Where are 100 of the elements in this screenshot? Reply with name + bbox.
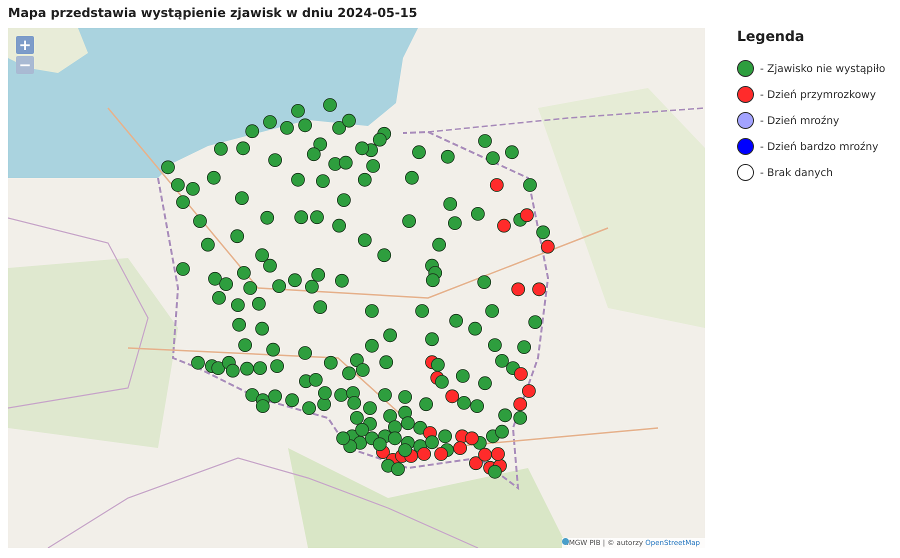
map-marker[interactable] (432, 238, 446, 252)
map-marker[interactable] (335, 274, 349, 288)
map-marker[interactable] (405, 170, 419, 185)
map-marker[interactable] (298, 118, 312, 132)
map-marker[interactable] (171, 178, 185, 192)
map-marker[interactable] (206, 170, 221, 185)
map-marker[interactable] (332, 218, 346, 233)
map-marker[interactable] (266, 342, 280, 357)
map-marker[interactable] (401, 416, 415, 430)
map-marker[interactable] (268, 389, 282, 404)
map-marker[interactable] (212, 291, 226, 305)
map-marker[interactable] (532, 282, 546, 296)
map-marker[interactable] (415, 304, 429, 318)
map-marker[interactable] (365, 304, 379, 318)
map-marker[interactable] (434, 447, 448, 461)
map-marker[interactable] (252, 296, 266, 311)
map-marker[interactable] (285, 393, 299, 408)
map-marker[interactable] (511, 282, 526, 296)
map-marker[interactable] (338, 156, 353, 170)
map-marker[interactable] (365, 338, 379, 353)
map-marker[interactable] (471, 207, 485, 221)
map-marker[interactable] (417, 447, 431, 461)
map-marker[interactable] (350, 353, 364, 368)
map-marker[interactable] (498, 408, 512, 422)
map-marker[interactable] (161, 160, 175, 174)
map-marker[interactable] (219, 277, 233, 291)
map-marker[interactable] (214, 142, 228, 156)
map-marker[interactable] (445, 389, 460, 404)
map-marker[interactable] (528, 315, 542, 329)
map-marker[interactable] (485, 304, 499, 318)
map-marker[interactable] (456, 369, 470, 383)
map-marker[interactable] (245, 388, 260, 402)
map-marker[interactable] (280, 121, 294, 135)
map-marker[interactable] (211, 361, 226, 375)
map-marker[interactable] (263, 115, 277, 129)
map-marker[interactable] (465, 431, 479, 446)
map-marker[interactable] (488, 338, 502, 352)
map-marker[interactable] (366, 159, 380, 173)
map-marker[interactable] (478, 376, 492, 390)
map-marker[interactable] (520, 208, 534, 222)
map-marker[interactable] (342, 114, 356, 128)
map-marker[interactable] (355, 141, 369, 156)
map-marker[interactable] (176, 262, 190, 276)
map-marker[interactable] (298, 346, 312, 360)
map-marker[interactable] (514, 367, 528, 381)
map-marker[interactable] (372, 132, 387, 147)
zoom-out-button[interactable]: − (16, 56, 34, 74)
map-marker[interactable] (236, 141, 250, 156)
map-marker[interactable] (419, 397, 433, 412)
map-marker[interactable] (270, 359, 284, 373)
map-marker[interactable] (388, 431, 402, 446)
map-marker[interactable] (336, 431, 350, 446)
map-marker[interactable] (495, 354, 509, 368)
map-marker[interactable] (305, 280, 319, 294)
map-marker[interactable] (356, 363, 370, 377)
map-marker[interactable] (388, 420, 402, 434)
map-marker[interactable] (478, 134, 492, 148)
map-marker[interactable] (253, 361, 267, 375)
map-marker[interactable] (486, 151, 500, 165)
map-marker[interactable] (334, 388, 348, 402)
map-marker[interactable] (260, 210, 274, 225)
map-marker[interactable] (226, 364, 240, 378)
map-marker[interactable] (402, 214, 416, 228)
map-marker[interactable] (201, 238, 215, 252)
map-marker[interactable] (540, 240, 555, 254)
map-marker[interactable] (457, 396, 471, 410)
map-marker[interactable] (272, 279, 286, 293)
map-marker[interactable] (412, 145, 426, 160)
map-marker[interactable] (306, 147, 321, 162)
map-marker[interactable] (302, 401, 316, 415)
map-marker[interactable] (308, 373, 323, 387)
map-marker[interactable] (231, 298, 245, 312)
map-marker[interactable] (324, 356, 338, 370)
map-marker[interactable] (316, 174, 330, 188)
map-marker[interactable] (469, 456, 483, 470)
map-marker[interactable] (426, 273, 440, 288)
map-marker[interactable] (255, 248, 269, 262)
map-marker[interactable] (523, 178, 537, 192)
map-marker[interactable] (238, 338, 252, 352)
map-marker[interactable] (431, 358, 445, 372)
map-marker[interactable] (491, 447, 505, 461)
map-marker[interactable] (232, 318, 246, 332)
map-marker[interactable] (372, 437, 387, 452)
map-marker[interactable] (358, 172, 372, 187)
map-marker[interactable] (230, 229, 244, 244)
map-marker[interactable] (522, 384, 536, 398)
map-marker[interactable] (313, 137, 328, 152)
map-marker[interactable] (245, 124, 260, 138)
map-marker[interactable] (513, 397, 528, 412)
map-marker[interactable] (379, 355, 394, 370)
map-marker[interactable] (383, 328, 397, 342)
map-marker[interactable] (536, 225, 550, 240)
map-marker[interactable] (323, 98, 337, 112)
map-marker[interactable] (517, 340, 531, 354)
map-marker[interactable] (490, 178, 504, 192)
map-marker[interactable] (263, 258, 277, 273)
map-marker[interactable] (363, 401, 377, 415)
map-marker[interactable] (208, 272, 222, 286)
map-marker[interactable] (505, 145, 519, 160)
map-marker[interactable] (468, 322, 482, 336)
